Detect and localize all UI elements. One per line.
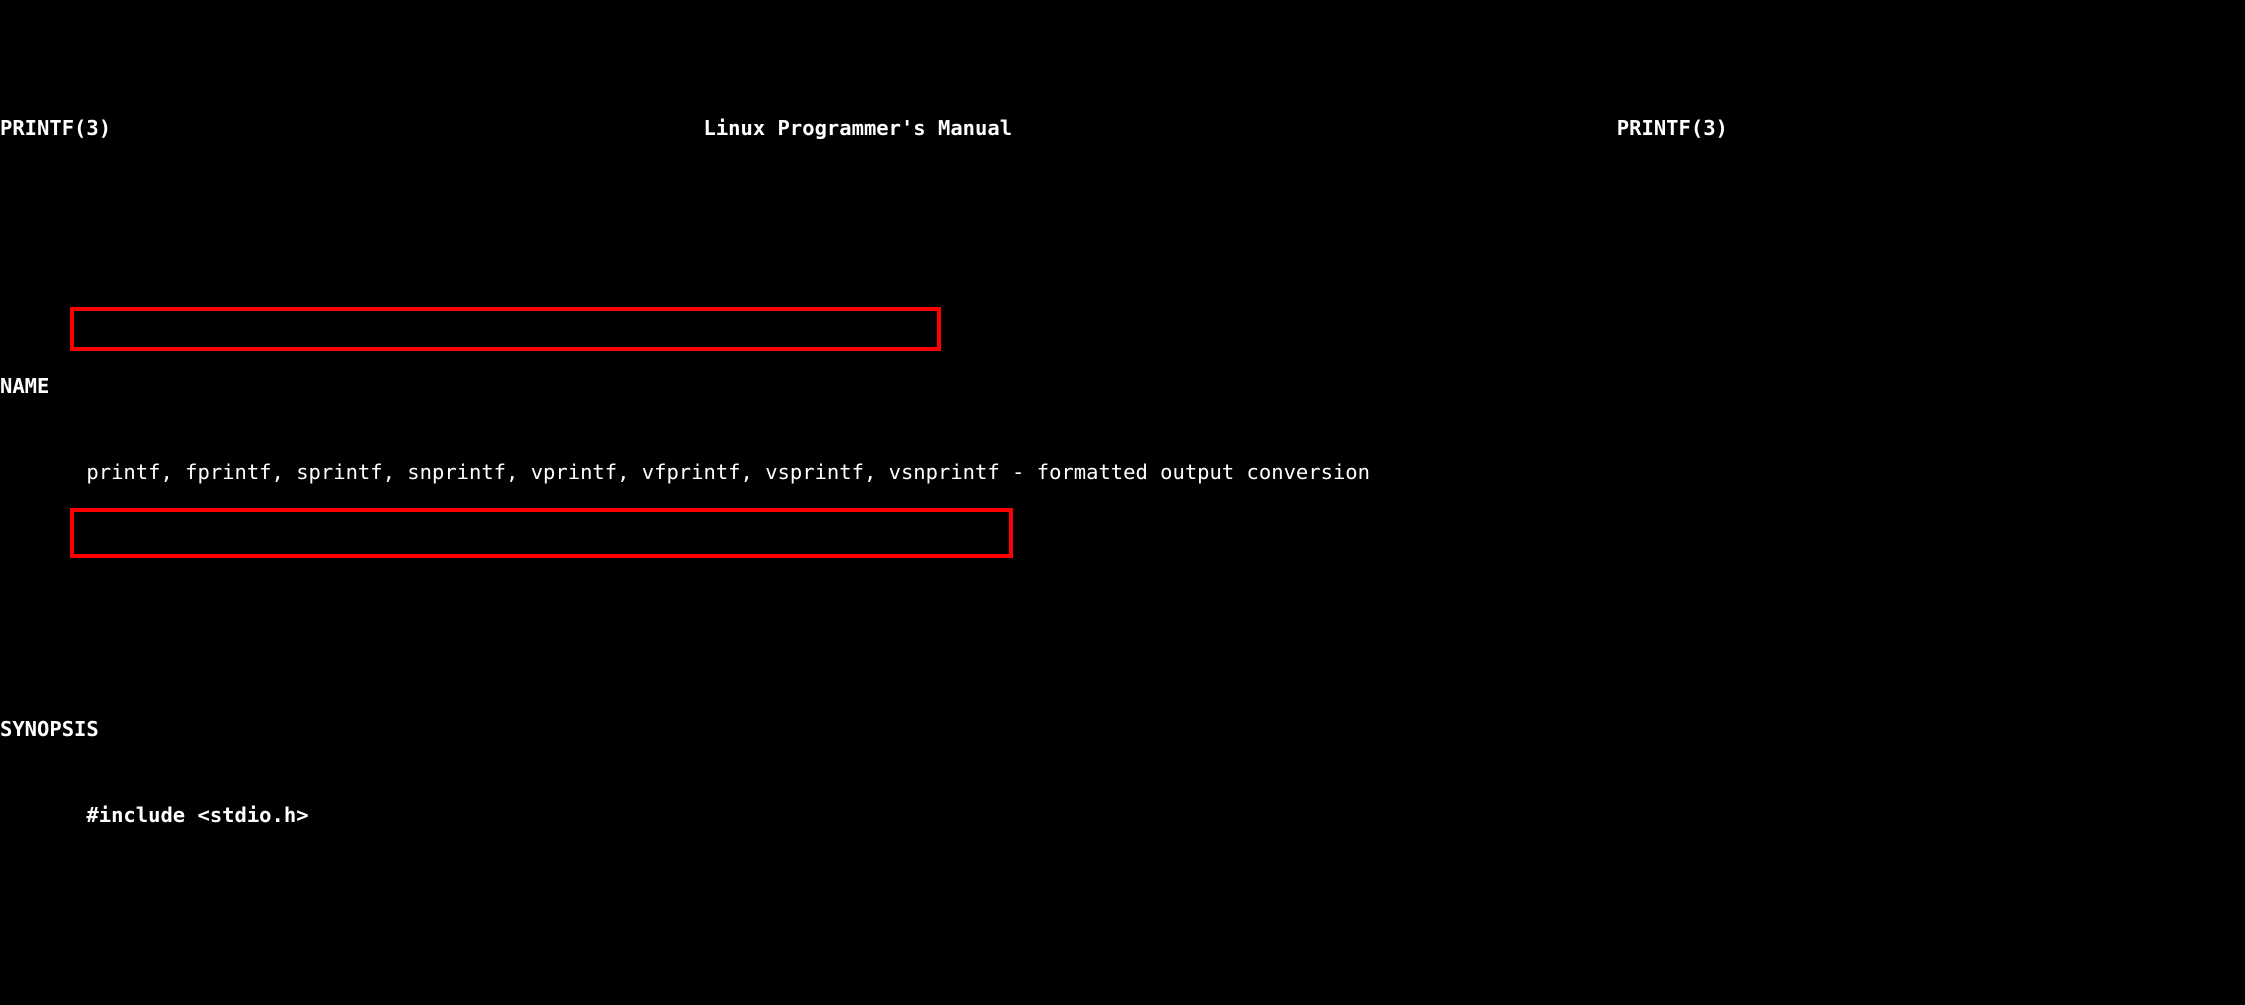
synopsis-include-stdio: #include <stdio.h> xyxy=(0,802,309,827)
annotation-box-vsnprintf xyxy=(70,508,1013,558)
section-heading-synopsis: SYNOPSIS xyxy=(0,716,99,741)
section-heading-name: NAME xyxy=(0,373,50,398)
manpage-header: PRINTF(3) Linux Programmer's Manual PRIN… xyxy=(0,114,2245,143)
annotation-box-snprintf xyxy=(70,307,941,351)
name-body: printf, fprintf, sprintf, snprintf, vpri… xyxy=(0,459,1370,484)
manpage-header-line: PRINTF(3) Linux Programmer's Manual PRIN… xyxy=(0,116,1728,141)
terminal-manpage-viewport[interactable]: PRINTF(3) Linux Programmer's Manual PRIN… xyxy=(0,0,2245,1005)
